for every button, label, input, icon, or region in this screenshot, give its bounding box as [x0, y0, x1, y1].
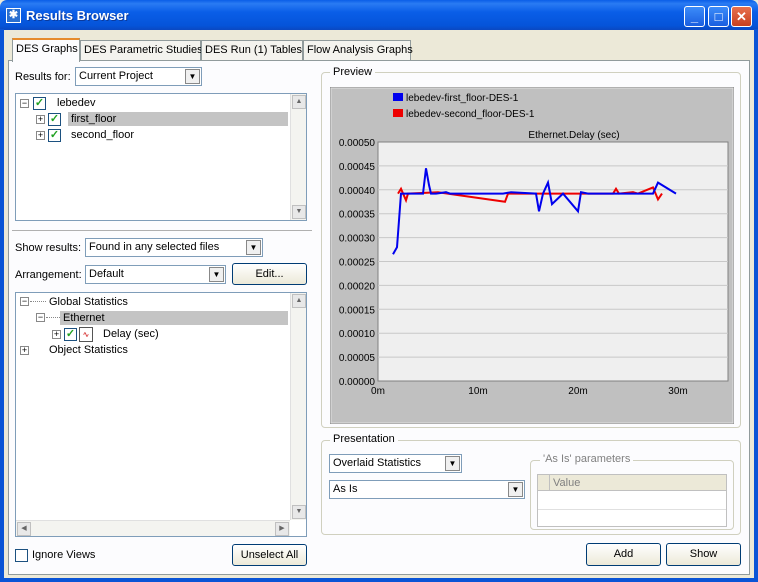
close-button[interactable]: ✕	[731, 6, 752, 27]
results-icon: ✱	[6, 8, 21, 23]
show-results-label: Show results:	[15, 242, 82, 254]
parameters-table[interactable]: Value	[537, 474, 727, 527]
chart-title: Ethernet.Delay (sec)	[528, 130, 619, 141]
y-tick-label: 0.00025	[339, 258, 376, 269]
y-tick-label: 0.00045	[339, 162, 376, 173]
results-for-select[interactable]: Current Project ▼	[75, 67, 202, 86]
tree-item-ethernet[interactable]: Ethernet	[60, 311, 288, 325]
tree-item-first-floor[interactable]: first_floor	[68, 112, 288, 126]
filter-select[interactable]: As Is ▼	[329, 480, 525, 499]
presentation-mode-select[interactable]: Overlaid Statistics ▼	[329, 454, 462, 473]
y-tick-label: 0.00000	[339, 377, 376, 388]
vertical-scrollbar[interactable]: ▲ ▼	[290, 293, 306, 520]
results-for-value: Current Project	[79, 70, 153, 82]
legend-label-first-floor: lebedev-first_floor-DES-1	[406, 93, 519, 104]
y-tick-label: 0.00040	[339, 186, 376, 197]
filter-value: As Is	[333, 483, 358, 495]
chevron-down-icon: ▼	[508, 482, 523, 497]
collapse-icon[interactable]: −	[36, 313, 45, 322]
maximize-button[interactable]: □	[708, 6, 729, 27]
scroll-right-icon[interactable]: ▶	[275, 522, 289, 536]
minimize-button[interactable]: _	[684, 6, 705, 27]
checkbox-second-floor[interactable]: ✓	[48, 129, 61, 142]
chevron-down-icon: ▼	[209, 267, 224, 282]
y-tick-label: 0.00050	[339, 138, 376, 149]
tree-item-delay[interactable]: Delay (sec)	[100, 327, 162, 341]
show-results-select[interactable]: Found in any selected files ▼	[85, 238, 263, 257]
checkbox-delay[interactable]: ✓	[64, 328, 77, 341]
tab-des-parametric-studies[interactable]: DES Parametric Studies	[80, 40, 203, 60]
x-tick-label: 10m	[468, 386, 487, 397]
close-icon: ✕	[736, 9, 747, 24]
add-button[interactable]: Add	[586, 543, 661, 566]
tab-flow-analysis-graphs[interactable]: Flow Analysis Graphs	[303, 40, 413, 60]
tree-item-lebedev[interactable]: lebedev	[54, 96, 99, 110]
chevron-down-icon: ▼	[246, 240, 261, 255]
as-is-parameters-title: 'As Is' parameters	[540, 453, 634, 465]
arrangement-value: Default	[89, 268, 124, 280]
value-column-header: Value	[550, 475, 726, 491]
arrangement-select[interactable]: Default ▼	[85, 265, 226, 284]
ignore-views-label: Ignore Views	[32, 549, 96, 561]
y-tick-label: 0.00015	[339, 305, 376, 316]
x-tick-label: 0m	[371, 386, 385, 397]
vertical-scrollbar[interactable]: ▲ ▼	[290, 94, 306, 220]
row-header-cell	[538, 475, 550, 491]
scroll-up-icon[interactable]: ▲	[292, 95, 306, 109]
scroll-down-icon[interactable]: ▼	[292, 505, 306, 519]
window-title: Results Browser	[26, 8, 129, 23]
legend-swatch-first-floor	[393, 93, 403, 101]
tree-line	[46, 317, 60, 318]
tree-item-object-statistics[interactable]: Object Statistics	[46, 343, 131, 357]
delay-chart: lebedev-first_floor-DES-1 lebedev-second…	[330, 87, 734, 424]
tab-des-graphs[interactable]: DES Graphs	[12, 38, 80, 62]
project-tree[interactable]: − ✓ lebedev + ✓ first_floor + ✓ second_f…	[15, 93, 307, 221]
chevron-down-icon: ▼	[445, 456, 460, 471]
tree-item-second-floor[interactable]: second_floor	[68, 128, 137, 142]
collapse-icon[interactable]: −	[20, 99, 29, 108]
tab-des-run-tables[interactable]: DES Run (1) Tables	[201, 40, 303, 60]
legend-label-second-floor: lebedev-second_floor-DES-1	[406, 109, 535, 120]
results-for-label: Results for:	[15, 71, 71, 83]
splitter[interactable]	[12, 230, 312, 231]
scroll-left-icon[interactable]: ◀	[17, 522, 31, 536]
horizontal-scrollbar[interactable]: ◀ ▶	[16, 520, 290, 536]
edit-button[interactable]: Edit...	[232, 263, 307, 285]
y-tick-label: 0.00035	[339, 210, 376, 221]
show-results-value: Found in any selected files	[89, 241, 220, 253]
expand-icon[interactable]: +	[52, 330, 61, 339]
chevron-down-icon: ▼	[185, 69, 200, 84]
graph-icon: ∿	[79, 327, 93, 342]
y-tick-label: 0.00005	[339, 353, 376, 364]
minimize-icon: _	[690, 9, 699, 24]
expand-icon[interactable]: +	[20, 346, 29, 355]
statistics-tree[interactable]: − Global Statistics − Ethernet + ✓ ∿ Del…	[15, 292, 307, 537]
expand-icon[interactable]: +	[36, 131, 45, 140]
show-button[interactable]: Show	[666, 543, 741, 566]
presentation-mode-value: Overlaid Statistics	[333, 457, 422, 469]
presentation-title: Presentation	[330, 433, 398, 445]
scroll-down-icon[interactable]: ▼	[292, 205, 306, 219]
collapse-icon[interactable]: −	[20, 297, 29, 306]
checkbox-lebedev[interactable]: ✓	[33, 97, 46, 110]
legend-swatch-second-floor	[393, 109, 403, 117]
y-tick-label: 0.00020	[339, 281, 376, 292]
y-tick-label: 0.00010	[339, 329, 376, 340]
tree-item-global-statistics[interactable]: Global Statistics	[46, 295, 131, 309]
arrangement-label: Arrangement:	[15, 269, 82, 281]
expand-icon[interactable]: +	[36, 115, 45, 124]
ignore-views-checkbox[interactable]	[15, 549, 28, 562]
x-tick-label: 20m	[568, 386, 587, 397]
x-tick-label: 30m	[668, 386, 687, 397]
row-divider	[538, 509, 726, 510]
maximize-icon: □	[714, 9, 723, 24]
scroll-up-icon[interactable]: ▲	[292, 294, 306, 308]
checkbox-first-floor[interactable]: ✓	[48, 113, 61, 126]
y-tick-label: 0.00030	[339, 234, 376, 245]
tree-line	[30, 301, 46, 302]
preview-title: Preview	[330, 66, 376, 78]
unselect-all-button[interactable]: Unselect All	[232, 544, 307, 566]
